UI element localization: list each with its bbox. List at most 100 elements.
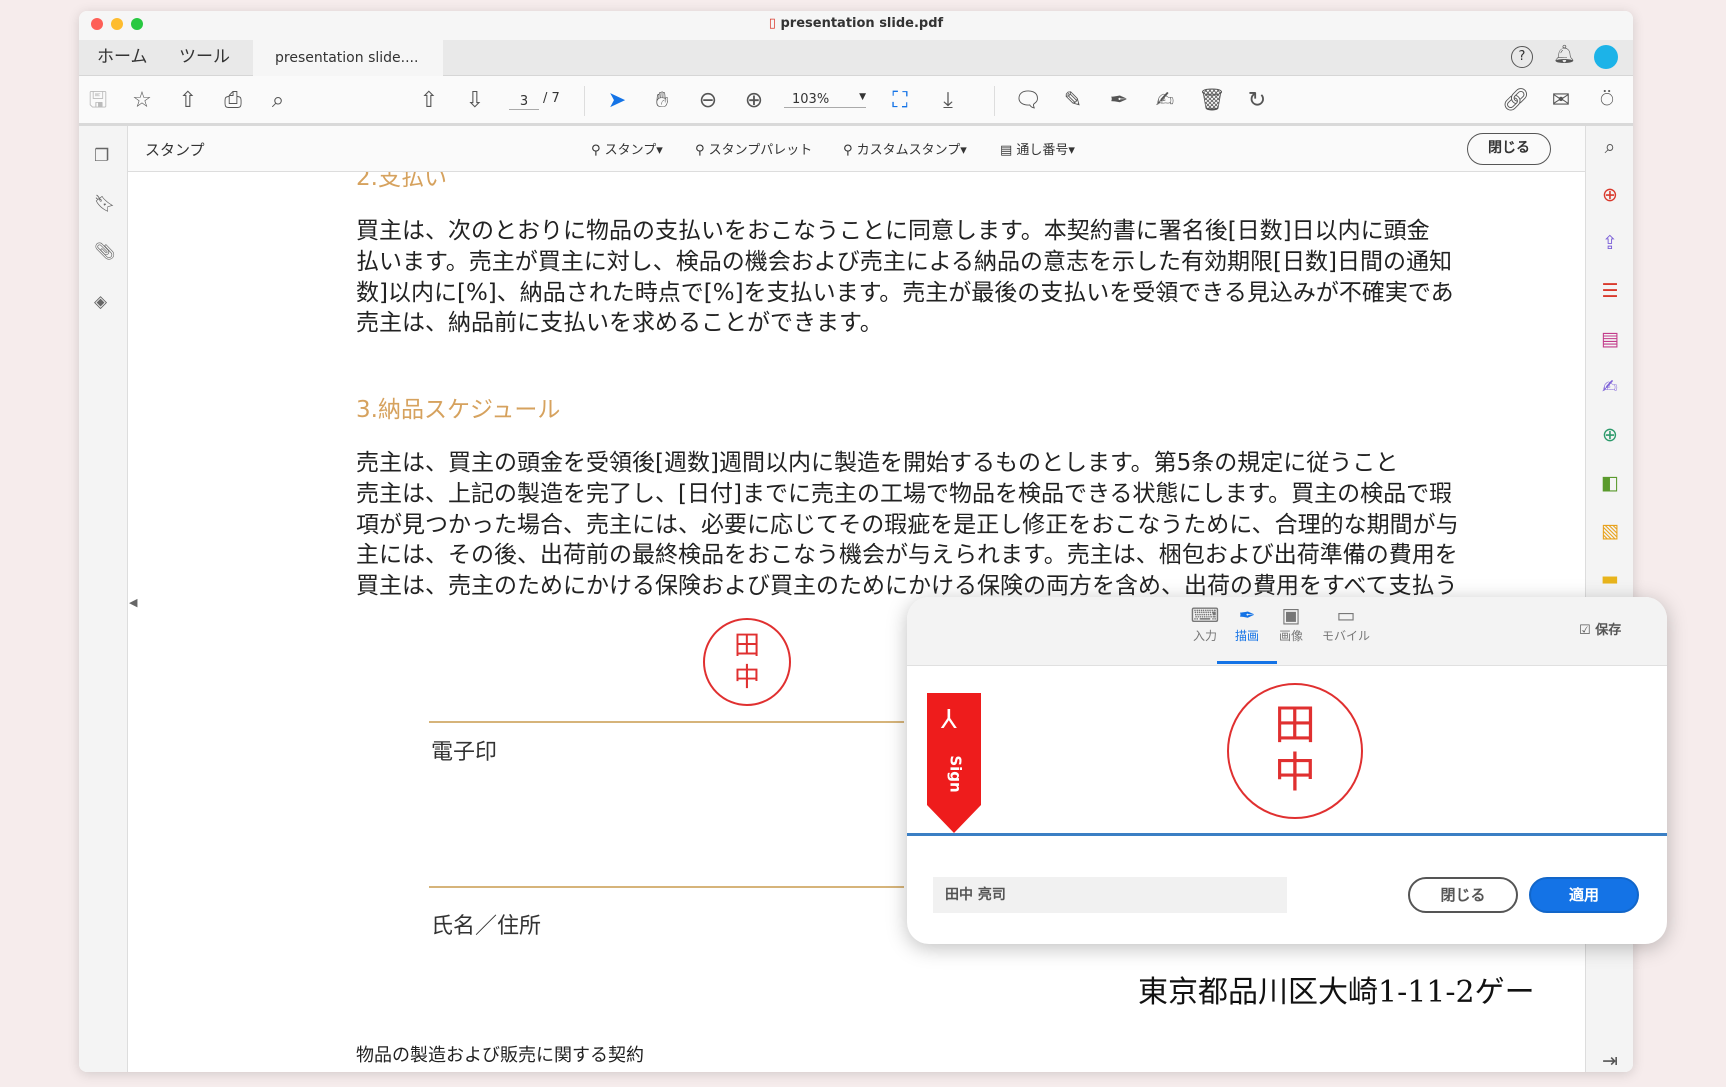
minimize-window-button[interactable] (111, 18, 123, 30)
address-text: 東京都品川区大崎1-11-2ゲー (1138, 975, 1535, 1010)
stamp-palette-button[interactable]: ⚲ スタンプパレット (695, 139, 812, 158)
select-cursor-icon[interactable]: ➤ (604, 88, 630, 114)
name-address-label: 氏名／住所 (431, 914, 542, 939)
page-number-input[interactable]: 3 (509, 94, 539, 110)
help-icon[interactable]: ? (1511, 46, 1533, 68)
share-link-icon[interactable]: 🔗︎ (1502, 88, 1530, 114)
edit-document-icon[interactable]: ✍︎ (1152, 88, 1178, 114)
email-icon[interactable]: ✉︎ (1548, 88, 1574, 114)
edit-pdf-icon[interactable]: ▤ (1597, 326, 1623, 352)
avatar[interactable] (1594, 45, 1618, 69)
send-sign-icon[interactable]: ⊕ (1597, 422, 1623, 448)
text-line: 売主は、納品前に支払いを求めることができます。 (356, 310, 883, 337)
tab-document[interactable]: presentation slide.... × (253, 40, 443, 102)
collapse-panel-icon[interactable]: ⇥ (1597, 1048, 1623, 1072)
export-pdf-icon[interactable]: ⇪ (1597, 230, 1623, 256)
hand-tool-icon[interactable]: ✋︎ (649, 88, 675, 114)
close-stamp-button[interactable]: 閉じる (1467, 133, 1551, 165)
fill-sign-icon[interactable]: ✍︎ (1597, 374, 1623, 400)
sign-pen-icon[interactable]: ✒︎ (1106, 88, 1132, 114)
save-label: 保存 (1595, 623, 1622, 638)
organize-pages-icon[interactable]: ☰ (1597, 278, 1623, 304)
layers-icon[interactable]: ◈ (94, 292, 107, 312)
save-icon[interactable]: 🖫 (85, 88, 111, 114)
page-total: / 7 (543, 91, 560, 106)
create-pdf-icon[interactable]: ⊕ (1597, 182, 1623, 208)
signature-baseline (907, 833, 1667, 836)
title-bar: ▯ presentation slide.pdf (79, 11, 1633, 40)
save-checkbox[interactable]: ☑ 保存 (1579, 619, 1621, 638)
tab-tools[interactable]: ツール (179, 40, 230, 76)
bookmark-icon[interactable]: 🔖︎ (94, 194, 116, 214)
seal-char: 田 (733, 631, 760, 661)
custom-stamp-icon: ⚲ (843, 143, 857, 158)
adobe-sign-badge: ⅄ Sign (927, 693, 981, 833)
section-2-text: 買主は、次のとおりに物品の支払いをおこなうことに同意します。本契約書に署名後[日… (356, 216, 1454, 339)
page-down-icon[interactable]: ⇩ (462, 88, 488, 114)
drawn-seal: 田 中 (1227, 683, 1363, 819)
dialog-close-button[interactable]: 閉じる (1408, 877, 1518, 913)
rotate-icon[interactable]: ↻ (1244, 88, 1270, 114)
stamp-toolbar: スタンプ ⚲ スタンプ▾ ⚲ スタンプパレット ⚲ カスタムスタンプ▾ ▤ 通し… (128, 126, 1585, 172)
comment-panel-icon[interactable]: ▬ (1597, 566, 1623, 592)
scroll-mode-icon[interactable]: ⤓ (935, 88, 961, 114)
seal-line (429, 721, 904, 723)
text-line: 売主は、上記の製造を完了し、[日付]までに売主の工場で物品を検品できる状態にしま… (356, 480, 1453, 507)
stamp-dropdown[interactable]: ⚲ スタンプ▾ (591, 139, 663, 158)
left-sidebar: ❐ 🔖︎ 📎︎ ◈ (79, 126, 128, 1072)
custom-stamp-label: カスタムスタンプ▾ (856, 143, 967, 158)
zoom-panel-icon[interactable]: ⌕ (1597, 134, 1623, 160)
upload-cloud-icon[interactable]: ⇧ (175, 88, 201, 114)
stamp-icon: ⚲ (591, 143, 605, 158)
close-window-button[interactable] (91, 18, 103, 30)
toolbar: 🖫 ☆ ⇧ ⎙ ⌕ ⇧ ⇩ 3 / 7 ➤ ✋︎ ⊖ ⊕ 103% ▼ ⛶ ⤓ 🗨… (79, 76, 1633, 126)
name-line (429, 886, 904, 888)
tab-home[interactable]: ホーム (97, 40, 148, 76)
dialog-tab-mobile[interactable]: ▭ モバイル (1316, 603, 1376, 644)
zoom-out-icon[interactable]: ⊖ (695, 88, 721, 114)
stamp-label: スタンプ▾ (604, 143, 663, 158)
attachment-icon[interactable]: 📎︎ (94, 242, 116, 262)
stamp-toolbar-title: スタンプ (145, 141, 205, 159)
page-up-icon[interactable]: ⇧ (416, 88, 442, 114)
add-user-icon[interactable]: ⍥ (1594, 88, 1620, 114)
collapse-left-icon[interactable]: ◀ (129, 596, 137, 609)
seal-label: 電子印 (431, 740, 498, 765)
compare-icon[interactable]: ◧ (1597, 470, 1623, 496)
text-line: 数]以内に[%]、納品された時点で[%]を支払います。売主が最後の支払いを受領で… (356, 279, 1454, 306)
signer-name-input[interactable]: 田中 亮司 (933, 877, 1287, 913)
dialog-tab-image[interactable]: ▣ 画像 (1261, 603, 1321, 644)
checkbox-checked-icon: ☑ (1579, 623, 1591, 638)
bell-icon[interactable]: 🔔︎ (1553, 44, 1576, 65)
print-icon[interactable]: ⎙ (220, 88, 246, 114)
numbering-dropdown[interactable]: ▤ 通し番号▾ (1000, 139, 1075, 158)
apply-button[interactable]: 適用 (1529, 877, 1639, 913)
zoom-select[interactable]: 103% ▼ (784, 92, 866, 108)
signature-dialog: ⌨︎ 入力 ✒︎ 描画 ▣ 画像 ▭ モバイル ☑ 保存 ⅄ Sign 田 中 田中 亮… (907, 597, 1667, 944)
window-title: presentation slide.pdf (780, 16, 944, 31)
tab-label: モバイル (1321, 629, 1370, 643)
highlight-pen-icon[interactable]: ✎ (1060, 88, 1086, 114)
custom-stamp-dropdown[interactable]: ⚲ カスタムスタンプ▾ (843, 139, 967, 158)
section-2-heading: 2.支払い (356, 172, 447, 191)
seal-char: 中 (1273, 748, 1316, 797)
text-line: 払います。売主が買主に対し、検品の機会および売主による納品の意志を示した有効期限… (356, 248, 1452, 275)
share-file-icon[interactable]: ▧ (1597, 518, 1623, 544)
divider (994, 86, 995, 116)
divider (584, 86, 585, 116)
delete-icon[interactable]: 🗑︎ (1198, 88, 1226, 114)
seal-char: 中 (733, 663, 760, 693)
star-icon[interactable]: ☆ (129, 88, 155, 114)
seal-stamp[interactable]: 田 中 (703, 618, 791, 706)
search-icon[interactable]: ⌕ (265, 88, 291, 114)
numbering-icon: ▤ (1000, 143, 1017, 158)
section-3-text: 売主は、買主の頭金を受領後[週数]週間以内に製造を開始するものとします。第5条の… (356, 448, 1459, 602)
page-fit-icon[interactable]: ⛶ (887, 88, 913, 114)
comment-icon[interactable]: 🗨︎ (1014, 88, 1042, 114)
zoom-in-icon[interactable]: ⊕ (741, 88, 767, 114)
zoom-window-button[interactable] (131, 18, 143, 30)
pages-thumbnail-icon[interactable]: ❐ (94, 146, 109, 166)
zoom-value: 103% (792, 92, 830, 107)
chevron-down-icon: ▼ (859, 92, 866, 102)
page-footer: 物品の製造および販売に関する契約 (356, 1045, 644, 1066)
